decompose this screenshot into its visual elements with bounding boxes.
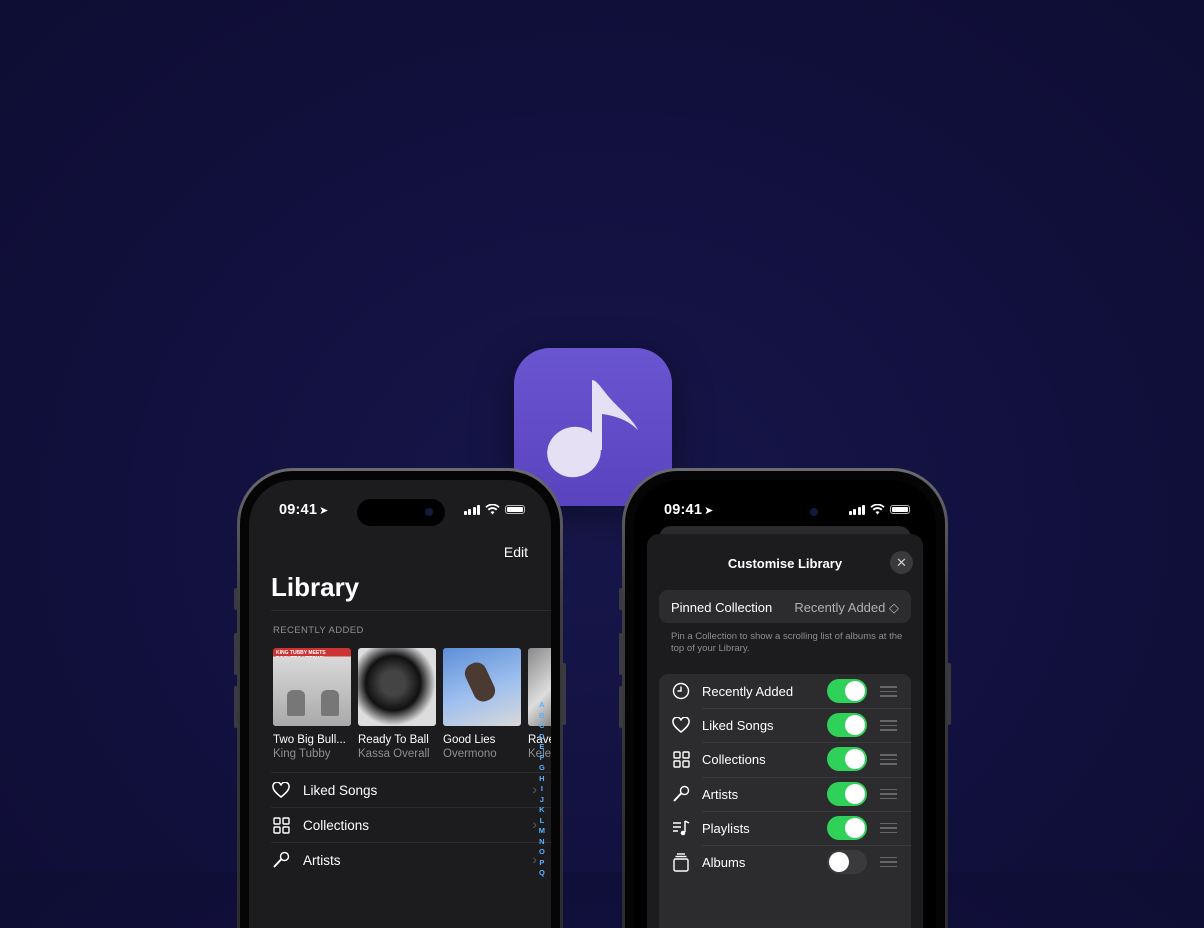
toggle-switch[interactable] bbox=[827, 713, 867, 738]
toggle-label: Playlists bbox=[702, 820, 750, 836]
toggle-label: Artists bbox=[702, 786, 739, 802]
battery-icon bbox=[890, 505, 910, 514]
phone-customise: 09:41 ➤ Customise Library ✕ Pinned Colle… bbox=[619, 468, 951, 928]
library-list: Liked Songs › Collections › Artists › bbox=[271, 772, 551, 877]
close-icon: ✕ bbox=[896, 555, 907, 570]
status-bar: 09:41 ➤ bbox=[634, 480, 936, 530]
toggle-label: Albums bbox=[702, 854, 746, 870]
phone-library: 09:41 ➤ Edit Library RECENTLY ADDED KING… bbox=[234, 468, 566, 928]
toggle-switch[interactable] bbox=[827, 679, 867, 703]
pinned-collection-select[interactable]: Recently Added ◇ bbox=[794, 600, 899, 616]
chevron-right-icon: › bbox=[532, 781, 537, 797]
toggle-switch[interactable] bbox=[827, 781, 867, 806]
status-time: 09:41 ➤ bbox=[279, 502, 329, 518]
playlist-icon bbox=[671, 818, 691, 838]
drag-handle-icon[interactable] bbox=[880, 788, 897, 803]
toggle-switch[interactable] bbox=[827, 815, 867, 840]
chevron-right-icon: › bbox=[532, 851, 537, 867]
pinned-collection-label: Pinned Collection bbox=[671, 600, 773, 615]
location-arrow-icon: ➤ bbox=[704, 505, 714, 517]
customise-screen: 09:41 ➤ Customise Library ✕ Pinned Colle… bbox=[634, 480, 936, 928]
pinned-collection-description: Pin a Collection to show a scrolling lis… bbox=[671, 631, 903, 654]
chevron-right-icon: › bbox=[532, 816, 537, 832]
library-item-label: Liked Songs bbox=[303, 782, 378, 798]
toggle-switch[interactable] bbox=[827, 747, 867, 772]
toggle-label: Recently Added bbox=[702, 684, 794, 699]
drag-handle-icon[interactable] bbox=[880, 720, 897, 734]
album-card[interactable]: KING TUBBY MEETS ROCKERS UPTOWN Two Big … bbox=[273, 648, 351, 760]
library-item-label: Artists bbox=[303, 852, 341, 868]
status-time: 09:41 ➤ bbox=[664, 502, 714, 518]
album-title: Good Lies bbox=[443, 734, 496, 746]
album-artist: Overmono bbox=[443, 748, 497, 760]
drag-handle-icon[interactable] bbox=[880, 754, 897, 768]
album-card[interactable]: Good Lies Overmono bbox=[443, 648, 521, 760]
recently-added-carousel[interactable]: KING TUBBY MEETS ROCKERS UPTOWN Two Big … bbox=[273, 648, 551, 760]
album-art bbox=[358, 648, 436, 726]
toggle-row-collections: Collections bbox=[659, 742, 911, 776]
location-arrow-icon: ➤ bbox=[319, 505, 329, 517]
album-title: Two Big Bull... bbox=[273, 734, 346, 746]
divider bbox=[271, 610, 551, 611]
drag-handle-icon[interactable] bbox=[880, 822, 897, 837]
toggle-row-playlists: Playlists bbox=[659, 810, 911, 845]
grid-icon bbox=[271, 815, 291, 835]
status-bar: 09:41 ➤ bbox=[249, 480, 551, 530]
cellular-signal-icon bbox=[848, 504, 865, 515]
clock-icon bbox=[671, 681, 691, 701]
toggle-label: Collections bbox=[702, 752, 766, 768]
toggle-row-albums: Albums bbox=[659, 844, 911, 879]
microphone-icon bbox=[671, 784, 691, 804]
toggle-label: Liked Songs bbox=[702, 718, 774, 734]
toggle-row-recently-added: Recently Added bbox=[659, 674, 911, 708]
album-art bbox=[443, 648, 521, 726]
dynamic-island bbox=[357, 499, 445, 526]
drag-handle-icon[interactable] bbox=[880, 856, 897, 871]
album-artist: King Tubby bbox=[273, 748, 331, 760]
pinned-collection-row[interactable]: Pinned Collection Recently Added ◇ bbox=[659, 590, 911, 623]
toggle-row-artists: Artists bbox=[659, 776, 911, 811]
customise-library-sheet: Customise Library ✕ Pinned Collection Re… bbox=[647, 534, 923, 928]
toggle-switch[interactable] bbox=[827, 849, 867, 874]
battery-icon bbox=[505, 505, 525, 514]
toggle-row-liked-songs: Liked Songs bbox=[659, 708, 911, 742]
album-art: KING TUBBY MEETS ROCKERS UPTOWN bbox=[273, 648, 351, 726]
album-artist: Kassa Overall bbox=[358, 748, 430, 760]
wifi-icon bbox=[870, 504, 885, 515]
dynamic-island bbox=[742, 499, 830, 526]
heart-icon bbox=[671, 715, 691, 735]
alphabet-index[interactable]: ABC DEF GHI JKL MNO PQ bbox=[539, 700, 545, 879]
edit-button[interactable]: Edit bbox=[504, 544, 528, 560]
grid-icon bbox=[671, 749, 691, 769]
cellular-signal-icon bbox=[463, 504, 480, 515]
album-stack-icon bbox=[671, 852, 691, 872]
album-card[interactable]: Ready To Ball Kassa Overall bbox=[358, 648, 436, 760]
library-item-collections[interactable]: Collections › bbox=[271, 807, 551, 842]
page-title: Library bbox=[271, 572, 360, 602]
heart-icon bbox=[271, 780, 291, 800]
wifi-icon bbox=[485, 504, 500, 515]
close-button[interactable]: ✕ bbox=[890, 551, 913, 574]
music-note-icon bbox=[547, 380, 638, 478]
sheet-title: Customise Library bbox=[727, 556, 843, 571]
library-item-liked-songs[interactable]: Liked Songs › bbox=[271, 772, 551, 807]
library-item-label: Collections bbox=[303, 817, 370, 833]
library-sections-list: Recently Added Liked Songs Collections A… bbox=[659, 674, 911, 928]
recently-added-header: RECENTLY ADDED bbox=[273, 625, 364, 636]
drag-handle-icon[interactable] bbox=[880, 686, 897, 700]
microphone-icon bbox=[271, 850, 291, 870]
library-screen: 09:41 ➤ Edit Library RECENTLY ADDED KING… bbox=[249, 480, 551, 928]
album-title: Ready To Ball bbox=[358, 734, 429, 746]
